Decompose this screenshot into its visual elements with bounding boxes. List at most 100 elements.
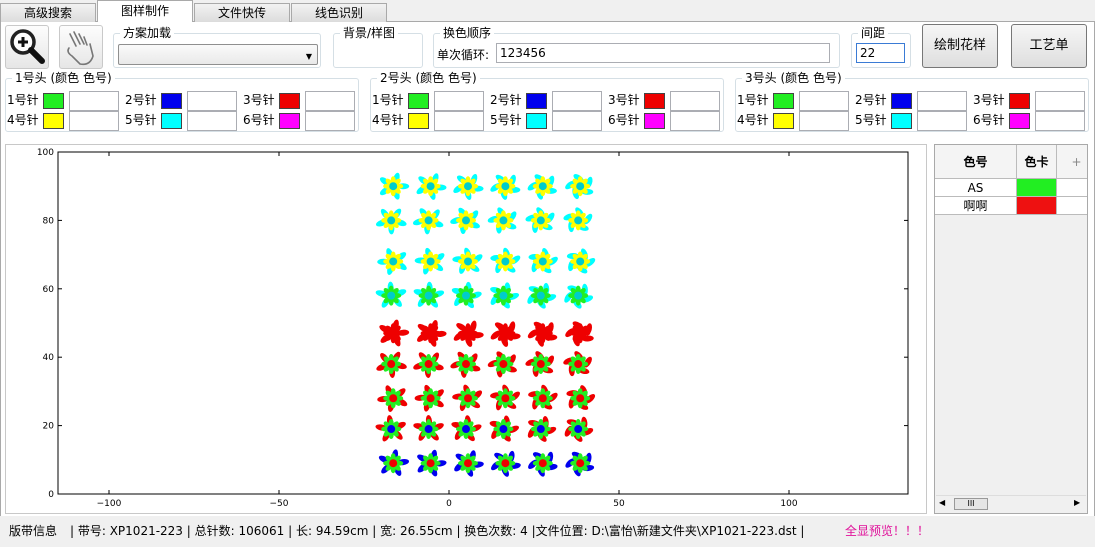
needle-color-swatch[interactable] bbox=[526, 113, 547, 129]
needle-color-number-input[interactable] bbox=[799, 111, 849, 131]
head-title: 3号头 (颜色 色号) bbox=[742, 71, 845, 85]
needle-color-swatch[interactable] bbox=[408, 113, 429, 129]
needle-color-swatch[interactable] bbox=[161, 93, 182, 109]
needle-color-swatch[interactable] bbox=[644, 113, 665, 129]
tab-thread-color[interactable]: 线色识别 bbox=[291, 3, 387, 22]
needle-color-number-input[interactable] bbox=[670, 111, 720, 131]
table-horizontal-scrollbar[interactable]: ◀ III ▶ bbox=[936, 495, 1086, 512]
needle-color-swatch[interactable] bbox=[279, 93, 300, 109]
flower-center-mark bbox=[426, 459, 435, 468]
needle-color-number-input[interactable] bbox=[917, 111, 967, 131]
y-tick-label: 20 bbox=[43, 422, 55, 432]
flower-center-mark bbox=[576, 257, 585, 266]
flower-center-mark bbox=[462, 216, 470, 225]
scheme-load-label: 方案加载 bbox=[120, 26, 175, 40]
needle-color-number-input[interactable] bbox=[187, 91, 237, 111]
flower-center-mark bbox=[462, 425, 470, 434]
flower-center-mark bbox=[499, 291, 508, 300]
flower-center-mark bbox=[574, 425, 583, 434]
flower-center-mark bbox=[576, 329, 585, 338]
needle-color-swatch[interactable] bbox=[891, 93, 912, 109]
draw-pattern-button[interactable]: 绘制花样 bbox=[922, 24, 998, 68]
flower-center-mark bbox=[464, 394, 472, 403]
scroll-thumb[interactable]: III bbox=[954, 498, 988, 510]
needle-label: 2号针 bbox=[855, 93, 887, 107]
flower-center-mark bbox=[387, 360, 396, 369]
needle-color-number-input[interactable] bbox=[187, 111, 237, 131]
needle-color-number-input[interactable] bbox=[670, 91, 720, 111]
color-table: 色号 色卡 + AS 啊啊 ◀ III ▶ bbox=[934, 144, 1088, 514]
needle-color-number-input[interactable] bbox=[434, 91, 484, 111]
full-preview-link[interactable]: 全显预览！！！ bbox=[845, 518, 929, 545]
flower-center-mark bbox=[538, 182, 547, 191]
needle-color-number-input[interactable] bbox=[69, 111, 119, 131]
needle-color-swatch[interactable] bbox=[279, 113, 300, 129]
needle-color-swatch[interactable] bbox=[161, 113, 182, 129]
scroll-left-icon[interactable]: ◀ bbox=[939, 498, 945, 507]
scroll-right-icon[interactable]: ▶ bbox=[1074, 498, 1080, 507]
needle-label: 4号针 bbox=[372, 113, 404, 127]
flower-center-mark bbox=[499, 216, 508, 225]
needle-color-number-input[interactable] bbox=[434, 111, 484, 131]
color-row-extra[interactable] bbox=[1057, 197, 1087, 215]
col-header-color-no[interactable]: 色号 bbox=[935, 145, 1017, 179]
needle-color-number-input[interactable] bbox=[917, 91, 967, 111]
needle-label: 5号针 bbox=[490, 113, 522, 127]
status-info: | 带号: XP1021-223 | 总针数: 106061 | 长: 94.5… bbox=[70, 524, 805, 538]
needle-color-swatch[interactable] bbox=[1009, 113, 1030, 129]
needle-color-swatch[interactable] bbox=[773, 93, 794, 109]
flower-center-mark bbox=[426, 329, 435, 338]
color-row-name[interactable]: 啊啊 bbox=[935, 197, 1017, 215]
tab-bar: 高级搜索 图样制作 文件快传 线色识别 bbox=[0, 0, 1095, 23]
needle-color-number-input[interactable] bbox=[552, 91, 602, 111]
flower-center-mark bbox=[538, 394, 547, 403]
needle-label: 6号针 bbox=[243, 113, 275, 127]
color-row-swatch[interactable] bbox=[1017, 197, 1057, 215]
needle-color-swatch[interactable] bbox=[408, 93, 429, 109]
needle-color-swatch[interactable] bbox=[773, 113, 794, 129]
needle-color-swatch[interactable] bbox=[891, 113, 912, 129]
pattern-plot[interactable]: −100 −50 0 50 100 0 20 40 60 80 100 bbox=[6, 145, 928, 515]
flower-center-mark bbox=[424, 360, 433, 369]
flower-center-mark bbox=[462, 360, 470, 369]
tab-advanced-search[interactable]: 高级搜索 bbox=[0, 3, 96, 22]
needle-color-number-input[interactable] bbox=[69, 91, 119, 111]
needle-color-swatch[interactable] bbox=[526, 93, 547, 109]
flower-center-mark bbox=[536, 291, 545, 300]
flower-center-mark bbox=[536, 360, 545, 369]
color-row-extra[interactable] bbox=[1057, 179, 1087, 197]
needle-color-swatch[interactable] bbox=[644, 93, 665, 109]
needle-color-number-input[interactable] bbox=[305, 91, 355, 111]
process-sheet-button[interactable]: 工艺单 bbox=[1011, 24, 1087, 68]
needle-color-number-input[interactable] bbox=[1035, 91, 1085, 111]
single-cycle-input[interactable]: 123456 bbox=[496, 43, 830, 63]
background-label: 背景/样图 bbox=[340, 26, 399, 40]
pan-button[interactable] bbox=[59, 25, 103, 69]
flower-center-mark bbox=[574, 216, 583, 225]
needle-color-number-input[interactable] bbox=[1035, 111, 1085, 131]
col-header-color-card[interactable]: 色卡 bbox=[1017, 145, 1057, 179]
col-header-extra[interactable]: + bbox=[1057, 145, 1087, 179]
flower-center-mark bbox=[538, 329, 547, 338]
tab-pattern-making[interactable]: 图样制作 bbox=[97, 0, 193, 23]
color-row-swatch[interactable] bbox=[1017, 179, 1057, 197]
color-row-name[interactable]: AS bbox=[935, 179, 1017, 197]
y-tick-label: 100 bbox=[37, 148, 54, 158]
spacing-input[interactable]: 22 bbox=[856, 43, 905, 63]
needle-color-number-input[interactable] bbox=[799, 91, 849, 111]
needle-color-swatch[interactable] bbox=[43, 113, 64, 129]
tab-file-transfer[interactable]: 文件快传 bbox=[194, 3, 290, 22]
needle-color-number-input[interactable] bbox=[305, 111, 355, 131]
needle-color-swatch[interactable] bbox=[43, 93, 64, 109]
flower-center-mark bbox=[501, 257, 510, 266]
scheme-select[interactable]: ▼ bbox=[118, 44, 318, 65]
color-order-label: 换色顺序 bbox=[440, 26, 495, 40]
zoom-button[interactable] bbox=[5, 25, 49, 69]
flower-center-mark bbox=[536, 425, 545, 434]
x-tick-label: 100 bbox=[780, 499, 797, 509]
status-bar: 版带信息 | 带号: XP1021-223 | 总针数: 106061 | 长:… bbox=[0, 518, 1095, 547]
needle-color-swatch[interactable] bbox=[1009, 93, 1030, 109]
head-title: 2号头 (颜色 色号) bbox=[377, 71, 480, 85]
needle-color-number-input[interactable] bbox=[552, 111, 602, 131]
flower-center-mark bbox=[426, 257, 435, 266]
